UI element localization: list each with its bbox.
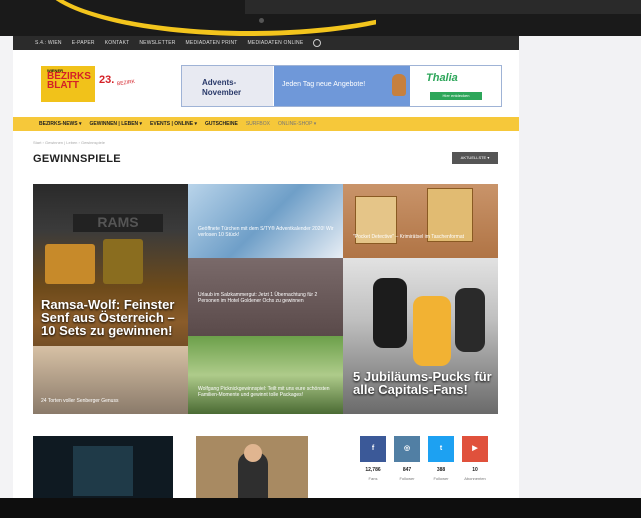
tile-caption: "Pocket Detective" – Krimirätsel im Tasc… bbox=[353, 234, 464, 240]
instagram-icon[interactable]: ◎ bbox=[394, 436, 420, 462]
tile-player-3 bbox=[455, 288, 485, 352]
tile-headline: 5 Jubiläums-Pucks für alle Capitals-Fans… bbox=[353, 369, 492, 397]
top-nav-newsletter[interactable]: NEWSLETTER bbox=[139, 40, 175, 46]
menu-item-gutscheine[interactable]: GUTSCHEINE bbox=[205, 121, 238, 127]
tile-player-1 bbox=[373, 278, 407, 348]
ad-offer-panel: Jeden Tag neue Angebote! bbox=[274, 66, 410, 106]
facebook-icon[interactable]: f bbox=[360, 436, 386, 462]
tile-caption: Geöffnete Türchen mit dem S/TY® Adventka… bbox=[198, 226, 334, 238]
top-nav-kontakt[interactable]: KONTAKT bbox=[105, 40, 130, 46]
tile-jar-left bbox=[45, 244, 95, 284]
tile-caption: 24 Torten voller Senberger Genuss bbox=[41, 398, 119, 404]
page-side-background bbox=[519, 36, 641, 498]
article-tile-adventkalender[interactable]: Geöffnete Türchen mit dem S/TY® Adventka… bbox=[188, 184, 343, 258]
facebook-count: 12,786 bbox=[365, 467, 381, 473]
article-tile-dark-promo[interactable] bbox=[33, 436, 173, 498]
camera-icon bbox=[259, 18, 264, 23]
tile-person-face bbox=[244, 444, 262, 462]
top-nav-mediadaten-online[interactable]: MEDIADATEN ONLINE bbox=[248, 40, 304, 46]
ad-advent-panel: Advents- November bbox=[182, 66, 273, 106]
site-logo[interactable]: WIENER BEZIRKS BLATT 23. BEZIRK bbox=[41, 66, 179, 104]
top-nav-epaper[interactable]: E-PAPER bbox=[72, 40, 95, 46]
top-nav: S.4.: WIEN E-PAPER KONTAKT NEWSLETTER ME… bbox=[13, 36, 519, 50]
browser-screen: S.4.: WIEN E-PAPER KONTAKT NEWSLETTER ME… bbox=[0, 36, 641, 498]
menu-item-events[interactable]: EVENTS | ONLINE ▾ bbox=[150, 121, 197, 127]
device-bezel-bottom bbox=[0, 498, 641, 518]
menu-item-online-shop[interactable]: ONLINE-SHOP ▾ bbox=[278, 121, 316, 127]
logo-name-line2: BLATT bbox=[47, 80, 80, 91]
breadcrumb[interactable]: Start › Gewinnen | Leben › Gewinnspiele bbox=[33, 140, 105, 145]
logo-name: BEZIRKS BLATT bbox=[47, 72, 91, 91]
ad-advent-line1: Advents- bbox=[202, 78, 237, 87]
gingerbread-icon bbox=[392, 74, 406, 96]
tile-image bbox=[73, 446, 133, 496]
article-tile-picknick[interactable]: Wolfgang Picknickgewinnspiel: Teilt mit … bbox=[188, 336, 343, 414]
article-tile-salzkammergut[interactable]: Urlaub im Salzkammergut: Jetzt 1 Übernac… bbox=[188, 258, 343, 336]
logo-tag: BEZIRK bbox=[116, 78, 136, 88]
twitter-label: Follower bbox=[433, 476, 449, 481]
article-tile-pocket-detective[interactable]: "Pocket Detective" – Krimirätsel im Tasc… bbox=[343, 184, 498, 258]
ad-brand-panel: Thalia Hier entdecken bbox=[412, 66, 501, 106]
tile-player-2 bbox=[413, 296, 451, 366]
twitter-icon[interactable]: t bbox=[428, 436, 454, 462]
ad-advent-line2: November bbox=[202, 88, 242, 97]
top-nav-mediadaten-print[interactable]: MEDIADATEN PRINT bbox=[186, 40, 238, 46]
article-tile-capitals[interactable]: 5 Jubiläums-Pucks für alle Capitals-Fans… bbox=[343, 258, 498, 414]
logo-district-number: 23. bbox=[99, 74, 115, 86]
youtube-count: 10 bbox=[472, 467, 478, 473]
ad-offer-text: Jeden Tag neue Angebote! bbox=[282, 81, 366, 88]
menu-item-bezirks-news[interactable]: BEZIRKS-NEWS ▾ bbox=[39, 121, 82, 127]
twitter-count: 388 bbox=[436, 467, 446, 473]
search-icon[interactable] bbox=[313, 39, 322, 47]
web-page: S.4.: WIEN E-PAPER KONTAKT NEWSLETTER ME… bbox=[13, 36, 519, 498]
menu-item-gewinnen[interactable]: GEWINNEN | LEBEN ▾ bbox=[90, 121, 143, 127]
ad-cta-button[interactable]: Hier entdecken bbox=[430, 92, 482, 100]
page-title: GEWINNSPIELE bbox=[33, 153, 121, 165]
social-widget: f ◎ t ▶ 12,786 847 388 10 Fans Follower … bbox=[358, 436, 498, 498]
instagram-count: 847 bbox=[402, 467, 412, 473]
youtube-icon[interactable]: ▶ bbox=[462, 436, 488, 462]
facebook-label: Fans bbox=[368, 476, 378, 481]
tile-image-label: RAMS bbox=[73, 214, 163, 232]
tile-jar-right bbox=[103, 239, 143, 284]
menu-item-surfbox[interactable]: SURFBOX bbox=[246, 121, 270, 127]
instagram-label: Follower bbox=[399, 476, 415, 481]
main-menu: BEZIRKS-NEWS ▾ GEWINNEN | LEBEN ▾ EVENTS… bbox=[13, 117, 519, 131]
tile-headline: Ramsa-Wolf: Feinster Senf aus Österreich… bbox=[41, 297, 175, 338]
top-nav-location[interactable]: S.4.: WIEN bbox=[35, 40, 62, 46]
tile-caption: Urlaub im Salzkammergut: Jetzt 1 Übernac… bbox=[198, 292, 318, 304]
tile-caption: Wolfgang Picknickgewinnspiel: Teilt mit … bbox=[198, 386, 330, 398]
article-tile-person[interactable] bbox=[196, 436, 308, 498]
sort-dropdown[interactable]: AKTUELLSTE ▾ bbox=[452, 152, 498, 164]
youtube-label: Abonnenten bbox=[464, 476, 486, 481]
ad-brand-logo: Thalia bbox=[426, 72, 458, 84]
ad-banner[interactable]: Advents- November Jeden Tag neue Angebot… bbox=[181, 65, 502, 107]
article-tile-senberger[interactable]: 24 Torten voller Senberger Genuss bbox=[33, 346, 188, 414]
